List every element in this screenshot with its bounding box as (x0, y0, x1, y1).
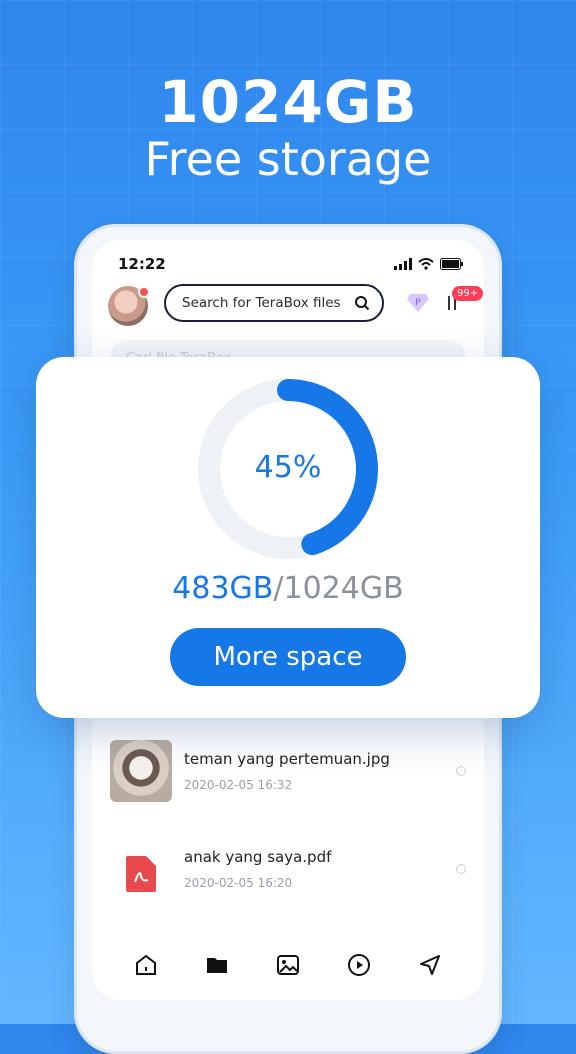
usage-separator: / (273, 571, 284, 606)
signal-icon (394, 258, 412, 270)
send-icon[interactable] (415, 950, 445, 980)
file-thumbnail (110, 740, 172, 802)
status-icons (394, 258, 464, 270)
list-item[interactable]: anak yang saya.pdf 2020-02-05 16:20 (92, 828, 484, 926)
status-bar: 12:22 (118, 254, 464, 274)
play-icon[interactable] (344, 950, 374, 980)
list-item[interactable]: teman yang pertemuan.jpg 2020-02-05 16:3… (92, 730, 484, 828)
battery-icon (440, 258, 463, 270)
status-time: 12:22 (118, 255, 166, 273)
photo-icon[interactable] (273, 950, 303, 980)
search-placeholder: Search for TeraBox files (182, 295, 341, 311)
wifi-icon (418, 258, 434, 270)
file-list: teman yang pertemuan.jpg 2020-02-05 16:3… (92, 730, 484, 926)
file-name: anak yang saya.pdf (184, 848, 332, 866)
file-date: 2020-02-05 16:32 (184, 778, 293, 792)
storage-card: 45% 483GB/1024GB More space (36, 357, 540, 718)
premium-icon[interactable]: P (406, 293, 430, 313)
folder-icon[interactable] (202, 950, 232, 980)
svg-text:P: P (415, 298, 421, 308)
notification-dot (138, 286, 150, 298)
file-date: 2020-02-05 16:20 (184, 876, 293, 890)
storage-usage: 483GB/1024GB (36, 571, 540, 606)
search-input[interactable]: Search for TeraBox files (164, 284, 384, 322)
used-storage: 483GB (172, 571, 274, 606)
total-storage: 1024GB (283, 571, 404, 606)
select-radio[interactable] (456, 766, 466, 776)
headline-capacity: 1024GB (158, 68, 418, 136)
transfer-badge: 99+ (452, 286, 484, 301)
select-radio[interactable] (456, 864, 466, 874)
bottom-tab-bar (92, 930, 484, 1000)
more-space-button[interactable]: More space (170, 628, 406, 686)
storage-percent: 45% (254, 450, 322, 485)
file-name: teman yang pertemuan.jpg (184, 750, 390, 768)
avatar[interactable] (108, 286, 150, 326)
search-icon (355, 296, 370, 311)
home-icon[interactable] (131, 950, 161, 980)
pdf-icon (126, 856, 156, 892)
headline-subtitle: Free storage (144, 132, 432, 186)
